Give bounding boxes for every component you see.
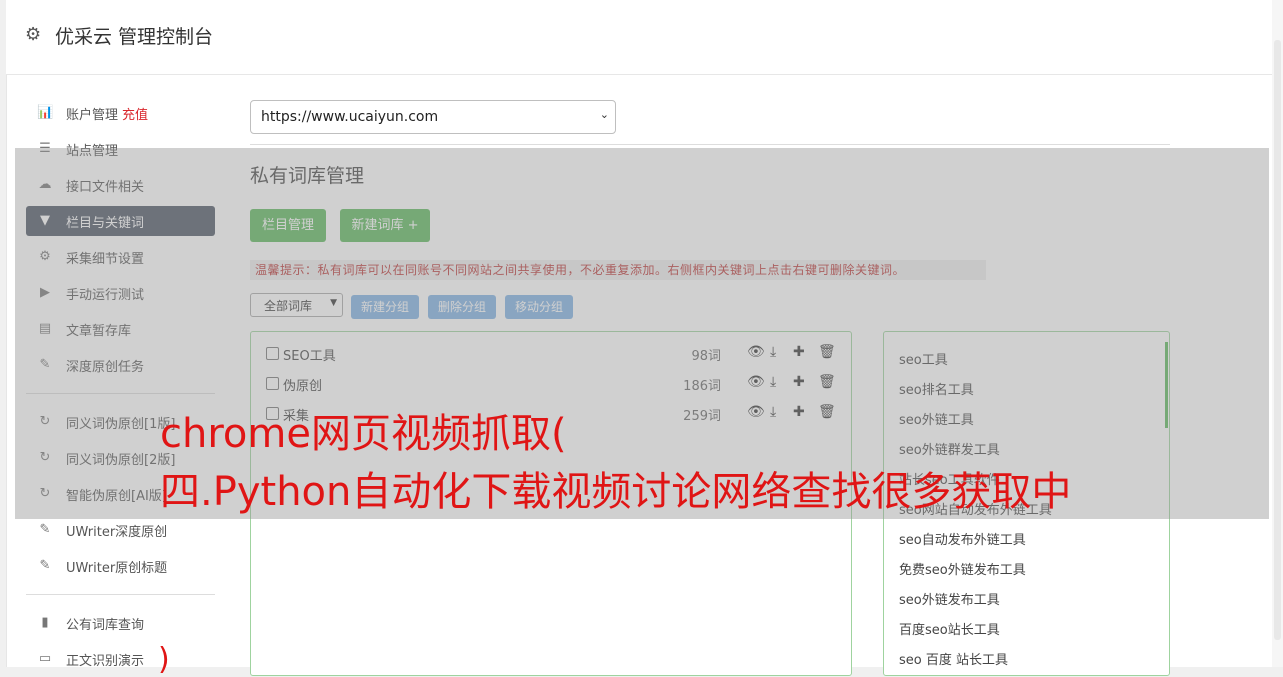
edit-icon: ✎ (39, 558, 51, 573)
sidebar-item-label: UWriter原创标题 (66, 561, 168, 576)
sidebar-item-uwriter-deep[interactable]: ✎ UWriter深度原创 (26, 515, 215, 545)
watermark-line-1: chrome网页视频抓取( (160, 411, 567, 457)
app-title: 优采云 管理控制台 (55, 26, 214, 48)
watermark-line-2: 四.Python自动化下载视频讨论网络查找很多获取中 (160, 469, 1072, 515)
sidebar-item-content-detect[interactable]: ▭ 正文识别演示 (26, 644, 215, 674)
watermark-paren: ) (158, 642, 170, 677)
app-header: ⚙ 优采云 管理控制台 (6, 0, 1272, 75)
monitor-icon: ▭ (38, 651, 52, 666)
sidebar-item-label: 公有词库查询 (66, 618, 145, 633)
keyword-item[interactable]: 百度seo站长工具 (899, 619, 1000, 638)
sidebar-item-uwriter-title[interactable]: ✎ UWriter原创标题 (26, 551, 215, 581)
sidebar-item-public-lexicon[interactable]: ▮ 公有词库查询 (26, 608, 215, 638)
keyword-item[interactable]: seo外链发布工具 (899, 589, 1000, 608)
divider (250, 144, 1170, 145)
chevron-down-icon: ⌄ (599, 108, 609, 121)
bar-chart-icon: 📊 (37, 105, 54, 120)
keyword-item[interactable]: 免费seo外链发布工具 (899, 559, 1026, 578)
edit-icon: ✎ (39, 522, 51, 537)
keyword-item[interactable]: seo 百度 站长工具 (899, 649, 1008, 668)
scrollbar-thumb[interactable] (1274, 40, 1281, 640)
page-scrollbar[interactable] (1272, 0, 1283, 667)
sidebar-divider (26, 594, 215, 595)
gray-overlay (15, 148, 1269, 519)
keyword-item[interactable]: seo自动发布外链工具 (899, 529, 1026, 548)
sidebar-item-account[interactable]: 📊 账户管理 充值 (26, 98, 215, 128)
sidebar-item-label: 正文识别演示 (66, 654, 145, 669)
recharge-link[interactable]: 充值 (122, 108, 148, 123)
site-select-value: https://www.ucaiyun.com (261, 109, 439, 125)
book-icon: ▮ (41, 615, 49, 630)
site-select[interactable]: https://www.ucaiyun.com ⌄ (250, 100, 616, 134)
gear-icon: ⚙ (25, 24, 42, 45)
sidebar-item-label: UWriter深度原创 (66, 525, 168, 540)
sidebar-item-label: 账户管理 (66, 108, 119, 123)
